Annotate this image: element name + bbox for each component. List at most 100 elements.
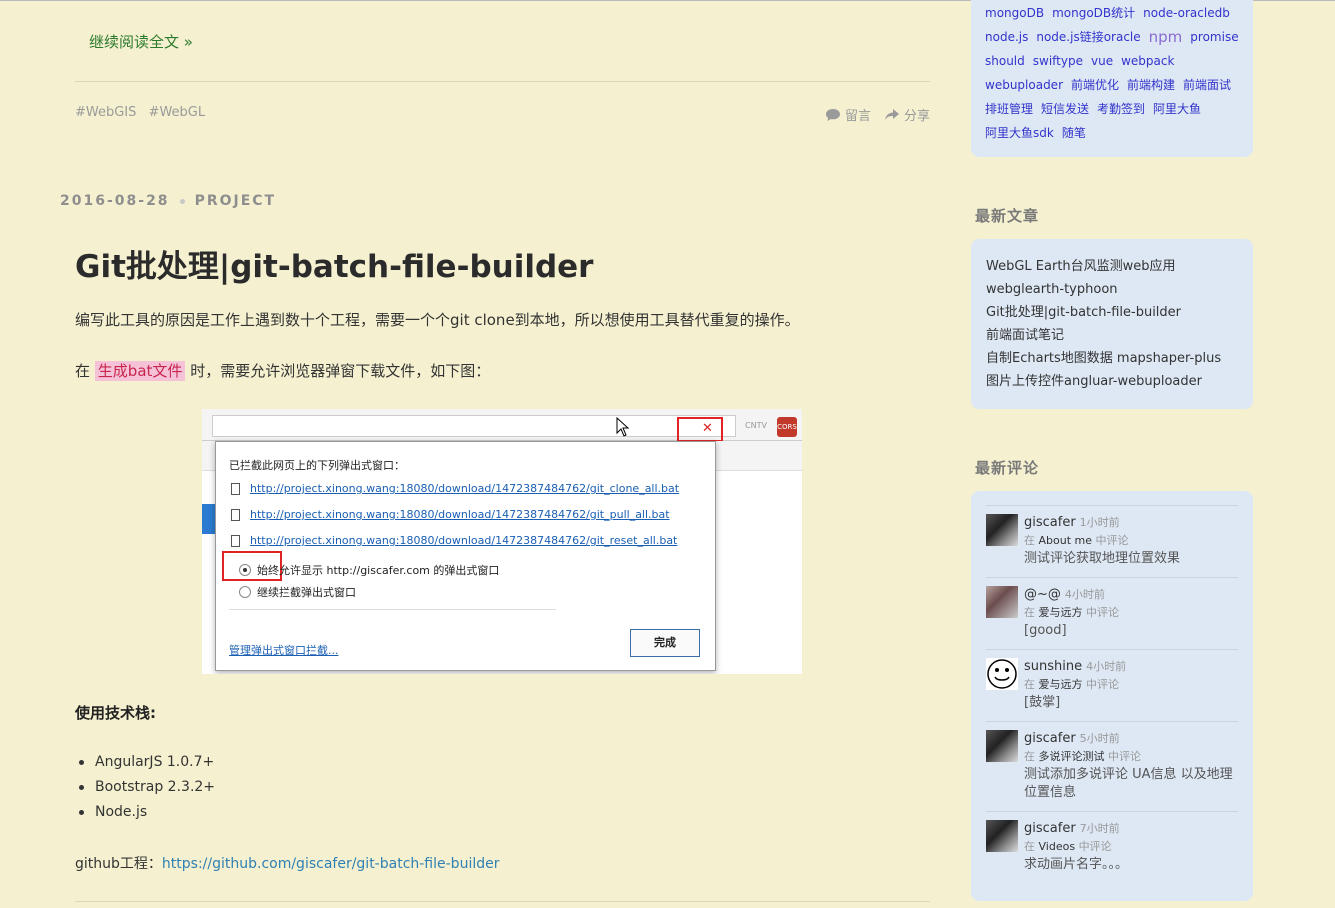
stack-list: AngularJS 1.0.7+ Bootstrap 2.3.2+ Node.j… xyxy=(78,753,215,828)
comment-icon xyxy=(825,108,840,121)
tag-cloud-link[interactable]: webpack xyxy=(1121,51,1174,71)
file-icon xyxy=(231,482,240,495)
tag-cloud-link[interactable]: mongoDB xyxy=(985,3,1044,23)
tag-cloud-link[interactable]: node.js xyxy=(985,27,1028,47)
radio-label: 继续拦截弹出式窗口 xyxy=(257,586,356,599)
cursor-icon xyxy=(616,417,630,437)
blocked-link-row: http://project.xinong.wang:18080/downloa… xyxy=(231,534,677,547)
comment-article-link[interactable]: 爱与远方 xyxy=(1039,678,1083,691)
comment-item: giscafer 1小时前 在 About me 中评论 测试评论获取地理位置效果 xyxy=(986,505,1238,577)
tag-cloud-link[interactable]: swiftype xyxy=(1033,51,1083,71)
tag-cloud-link[interactable]: 阿里大鱼sdk xyxy=(985,123,1054,143)
comment-text[interactable]: [good] xyxy=(1024,622,1238,640)
recent-post-link[interactable]: WebGL Earth台风监测web应用 xyxy=(986,255,1238,278)
popup-blocked-dialog: 已拦截此网页上的下列弹出式窗口： http://project.xinong.w… xyxy=(215,441,716,671)
post-screenshot: ✕ CNTV CORS 已拦截此网页上的下列弹出式窗口： http://proj… xyxy=(202,409,802,674)
share-action[interactable]: 分享 xyxy=(884,105,930,124)
read-more-link[interactable]: 继续阅读全文 » xyxy=(89,31,193,52)
comment-time: 7小时前 xyxy=(1079,822,1120,835)
blocked-link-row: http://project.xinong.wang:18080/downloa… xyxy=(231,508,670,521)
tag-cloud-link[interactable]: 前端构建 xyxy=(1127,75,1175,95)
tag-cloud-link[interactable]: 随笔 xyxy=(1062,123,1086,143)
github-label: github工程： xyxy=(75,856,162,872)
comment-article-link[interactable]: 爱与远方 xyxy=(1039,606,1083,619)
comment-suffix: 中评论 xyxy=(1078,840,1112,853)
tag-cloud-link[interactable]: 短信发送 xyxy=(1041,99,1089,119)
recent-post-link[interactable]: 图片上传控件angluar-webuploader xyxy=(986,370,1238,393)
comment-in: 在 xyxy=(1024,750,1035,763)
comment-time: 4小时前 xyxy=(1086,660,1127,673)
share-icon xyxy=(884,108,899,120)
address-bar xyxy=(212,415,736,437)
recent-post-link[interactable]: 自制Echarts地图数据 mapshaper-plus xyxy=(986,347,1238,370)
comment-user[interactable]: giscafer xyxy=(1024,515,1076,530)
comment-article-link[interactable]: About me xyxy=(1039,534,1093,547)
comment-suffix: 中评论 xyxy=(1108,750,1141,763)
tag-cloud-link[interactable]: npm xyxy=(1149,27,1183,47)
comment-suffix: 中评论 xyxy=(1086,606,1119,619)
comment-text[interactable]: [鼓掌] xyxy=(1024,694,1238,712)
comment-in: 在 xyxy=(1024,678,1035,691)
comment-text[interactable]: 测试评论获取地理位置效果 xyxy=(1024,550,1238,568)
recent-posts-card: WebGL Earth台风监测web应用 webglearth-typhoon … xyxy=(971,239,1253,409)
tag-link[interactable]: #WebGIS xyxy=(75,105,136,120)
tag-cloud-link[interactable]: mongoDB统计 xyxy=(1052,3,1135,23)
tag-cloud-link[interactable]: 阿里大鱼 xyxy=(1153,99,1201,119)
comment-time: 5小时前 xyxy=(1079,732,1120,745)
tag-cloud-link[interactable]: vue xyxy=(1091,51,1113,71)
comment-article-link[interactable]: Videos xyxy=(1039,840,1076,853)
comment-item: @~@ 4小时前 在 爱与远方 中评论 [good] xyxy=(986,577,1238,649)
comment-text[interactable]: 求动画片名字。。。 xyxy=(1024,856,1238,874)
manage-link: 管理弹出式窗口拦截... xyxy=(229,644,339,657)
comment-text[interactable]: 测试添加多说评论 UA信息 以及地理位置信息 xyxy=(1024,766,1238,802)
post-meta: 2016-08-28 PROJECT xyxy=(60,193,276,209)
tag-cloud-card: mongoDB mongoDB统计 node-oracledb node.js node… xyxy=(971,0,1253,157)
recent-post-link[interactable]: Git批处理|git-batch-file-builder xyxy=(986,301,1238,324)
divider xyxy=(75,901,930,902)
smiley-avatar-icon[interactable] xyxy=(986,658,1018,690)
comment-article-link[interactable]: 多说评论测试 xyxy=(1039,750,1105,763)
recent-post-link[interactable]: webglearth-typhoon xyxy=(986,278,1238,301)
comment-user[interactable]: giscafer xyxy=(1024,821,1076,836)
comment-user[interactable]: sunshine xyxy=(1024,659,1082,674)
tag-cloud-link[interactable]: webuploader xyxy=(985,75,1063,95)
post-date: 2016-08-28 xyxy=(60,193,170,209)
blocked-link: http://project.xinong.wang:18080/downloa… xyxy=(250,508,670,521)
comment-label: 留言 xyxy=(844,109,871,124)
recent-post-link[interactable]: 前端面试笔记 xyxy=(986,324,1238,347)
tag-cloud-link[interactable]: 前端面试 xyxy=(1183,75,1231,95)
tag-cloud-link[interactable]: node.js链接oracle xyxy=(1036,27,1140,47)
tag-cloud-link[interactable]: promise xyxy=(1190,27,1238,47)
comment-in: 在 xyxy=(1024,840,1035,853)
post-category[interactable]: PROJECT xyxy=(195,193,277,209)
radio-block: 继续拦截弹出式窗口 xyxy=(239,584,356,600)
comment-user[interactable]: giscafer xyxy=(1024,731,1076,746)
tag-link[interactable]: #WebGL xyxy=(149,105,206,120)
stack-heading: 使用技术栈: xyxy=(75,704,156,722)
file-icon xyxy=(231,508,240,521)
inline-code: 生成bat文件 xyxy=(94,361,186,381)
recent-posts-list: WebGL Earth台风监测web应用 webglearth-typhoon … xyxy=(986,255,1238,393)
comment-user[interactable]: @~@ xyxy=(1024,587,1061,602)
comment-item: giscafer 5小时前 在 多说评论测试 中评论 测试添加多说评论 UA信息 … xyxy=(986,721,1238,811)
radio-icon xyxy=(239,586,251,598)
comment-action[interactable]: 留言 xyxy=(825,105,871,124)
comment-time: 1小时前 xyxy=(1079,516,1120,529)
avatar[interactable] xyxy=(986,820,1018,852)
recent-comments-card: giscafer 1小时前 在 About me 中评论 测试评论获取地理位置效果… xyxy=(971,491,1253,901)
tag-cloud-link[interactable]: 排班管理 xyxy=(985,99,1033,119)
browser-toolbar: ✕ CNTV CORS xyxy=(202,409,802,442)
tag-cloud-link[interactable]: 考勤签到 xyxy=(1097,99,1145,119)
avatar[interactable] xyxy=(986,730,1018,762)
cntv-icon: CNTV xyxy=(745,421,767,430)
post-tags: #WebGIS #WebGL xyxy=(75,105,213,120)
github-link[interactable]: https://github.com/giscafer/git-batch-fi… xyxy=(162,856,500,872)
avatar[interactable] xyxy=(986,514,1018,546)
tag-cloud-link[interactable]: 前端优化 xyxy=(1071,75,1119,95)
tag-cloud-link[interactable]: node-oracledb xyxy=(1143,3,1230,23)
tag-cloud-link[interactable]: should xyxy=(985,51,1025,71)
post-title[interactable]: Git批处理|git-batch-file-builder xyxy=(75,241,593,286)
radio-label: 始终允许显示 http://giscafer.com 的弹出式窗口 xyxy=(257,564,500,577)
avatar[interactable] xyxy=(986,586,1018,618)
share-label: 分享 xyxy=(903,109,930,124)
